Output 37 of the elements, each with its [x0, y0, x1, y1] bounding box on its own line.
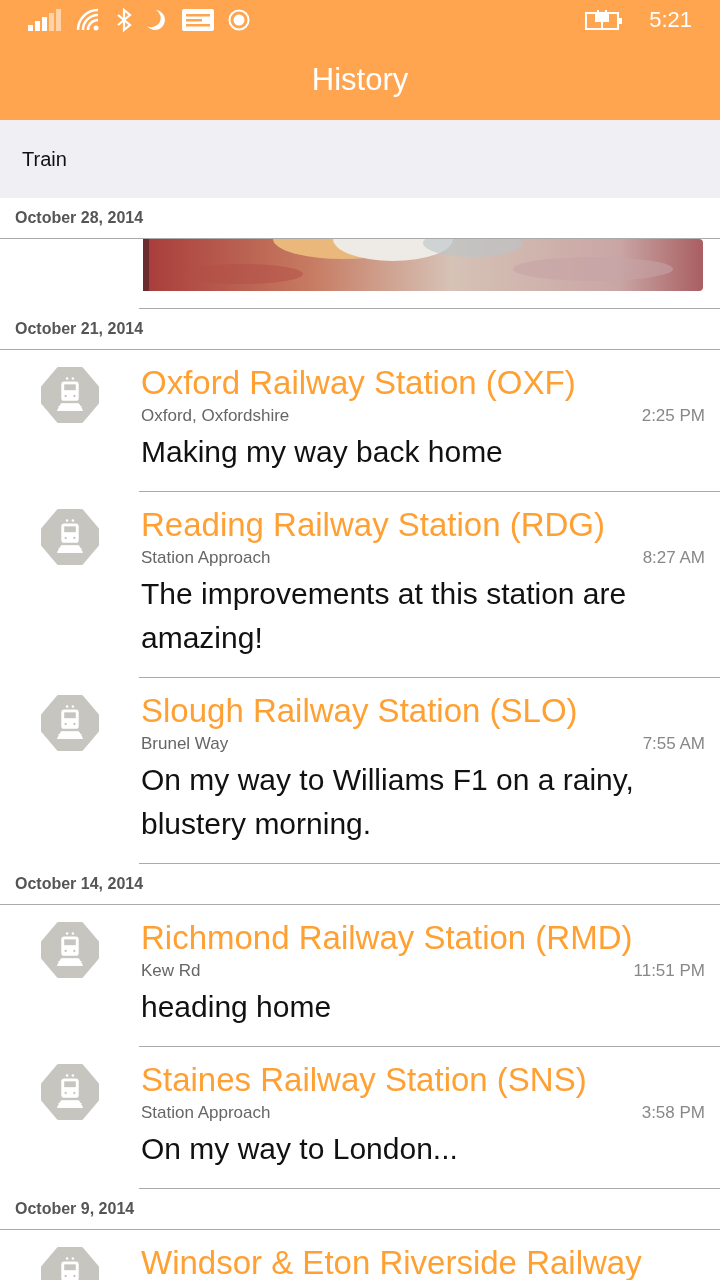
filter-bar[interactable]: Train	[0, 120, 720, 198]
date-header: October 9, 2014	[0, 1189, 720, 1230]
station-name[interactable]: Reading Railway Station (RDG)	[141, 506, 705, 544]
checkin-comment: On my way to London...	[141, 1131, 459, 1167]
clock-time: 5:21	[649, 7, 692, 33]
checkin-time: 7:55 AM	[642, 733, 705, 755]
moon-icon	[146, 9, 168, 31]
station-name[interactable]: Richmond Railway Station (RMD)	[141, 919, 705, 957]
station-address: Oxford, Oxfordshire	[141, 405, 290, 427]
date-header: October 14, 2014	[0, 864, 720, 905]
message-icon	[182, 9, 214, 31]
checkin-comment: On my way to Williams F1 on a rainy, blustery morning.	[141, 762, 635, 842]
train-icon	[41, 508, 99, 566]
checkin-comment: The improvements at this station are amazing!	[141, 576, 628, 656]
station-address: Brunel Way	[141, 733, 229, 755]
station-name[interactable]: Oxford Railway Station (OXF)	[141, 364, 705, 402]
page-title: History	[311, 62, 409, 98]
station-name[interactable]: Slough Railway Station (SLO)	[141, 692, 705, 730]
checkin-time: 11:51 PM	[633, 960, 705, 982]
station-name[interactable]: Staines Railway Station (SNS)	[141, 1061, 705, 1099]
checkin-time: 3:58 PM	[641, 1102, 705, 1124]
checkin-time: 8:27 AM	[642, 547, 705, 569]
checkin-comment: heading home	[141, 989, 333, 1025]
date-header: October 21, 2014	[0, 309, 720, 350]
bluetooth-icon	[116, 8, 132, 32]
checkin-time: 2:25 PM	[641, 405, 705, 427]
station-address: Kew Rd	[141, 960, 201, 982]
station-address: Station Approach	[141, 547, 271, 569]
station-address: Station Approach	[141, 1102, 271, 1124]
train-icon	[41, 366, 99, 424]
battery-icon	[585, 9, 624, 31]
train-icon	[41, 1063, 99, 1121]
train-icon	[41, 694, 99, 752]
signal-icon	[28, 9, 62, 31]
record-icon	[228, 9, 250, 31]
train-icon	[41, 921, 99, 979]
checkin-comment: Making my way back home	[141, 434, 504, 470]
